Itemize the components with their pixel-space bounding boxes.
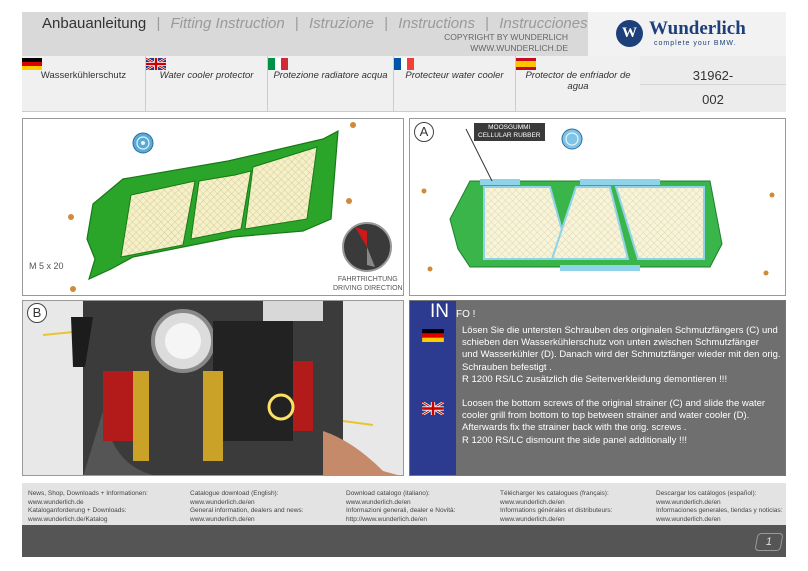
- title-it: Istruzione: [308, 15, 375, 32]
- copyright-text: COPYRIGHT BY WUNDERLICH: [444, 32, 568, 42]
- lang-cell-de: Wasserkühlerschutz: [22, 56, 146, 112]
- lang-cell-it: Protezione radiatore acqua: [268, 56, 394, 112]
- french-flag-icon: [394, 58, 414, 70]
- info-heading-suffix: FO !: [456, 309, 476, 320]
- footer-bar: [22, 525, 786, 557]
- step-marker-b: B: [27, 303, 47, 323]
- german-flag-icon: [422, 329, 444, 342]
- product-name-it: Protezione radiatore acqua: [273, 70, 388, 81]
- lang-cell-en: Water cooler protector: [146, 56, 268, 112]
- info-heading: IN: [430, 301, 449, 322]
- lang-cell-es: Protector de enfriador de agua: [516, 56, 640, 112]
- rubber-roll-icon: [561, 128, 583, 150]
- german-flag-icon: [22, 58, 42, 70]
- title-fr: Instructions: [398, 15, 475, 32]
- screw-size-label: M 5 x 20: [29, 261, 64, 271]
- product-name-fr: Protecteur water cooler: [405, 70, 504, 81]
- motorcycle-photo: [23, 301, 403, 475]
- info-stripe: [410, 301, 456, 475]
- brand-logo: W Wunderlich complete your BMW.: [588, 12, 786, 56]
- cellular-rubber-roll-icon: [132, 132, 154, 154]
- lang-cell-fr: Protecteur water cooler: [394, 56, 516, 112]
- footer-col-fr: Télécharger les catalogues (français): w…: [500, 490, 613, 523]
- product-name-es: Protector de enfriador de agua: [525, 70, 631, 92]
- brand-tagline: complete your BMW.: [654, 40, 737, 47]
- spanish-flag-icon: [516, 58, 536, 70]
- rubber-application-panel: A MOOSGUMMI CELLULAR RUBBER: [409, 118, 786, 296]
- page-number: 1: [754, 533, 784, 551]
- title-en: Fitting Instruction: [170, 15, 285, 32]
- uk-flag-icon: [146, 58, 166, 70]
- product-name-de: Wasserkühlerschutz: [40, 70, 127, 81]
- driving-direction-dial-icon: [342, 222, 392, 272]
- cellular-rubber-label: MOOSGUMMI CELLULAR RUBBER: [474, 123, 545, 141]
- footer-col-de: News, Shop, Downloads + Informationen: w…: [28, 490, 148, 523]
- product-name-en: Water cooler protector: [159, 70, 254, 81]
- italian-flag-icon: [268, 58, 288, 70]
- article-number-line2: 002: [702, 92, 724, 107]
- footer-col-es: Descargar los catálogos (español): www.w…: [656, 490, 783, 523]
- website-text: WWW.WUNDERLICH.DE: [470, 43, 568, 53]
- wunderlich-logo-icon: W: [616, 20, 643, 47]
- footer-col-en: Catalogue download (English): www.wunder…: [190, 490, 304, 523]
- copyright-block: COPYRIGHT BY WUNDERLICH WWW.WUNDERLICH.D…: [444, 32, 568, 54]
- product-name-row: Wasserkühlerschutz Water cooler protecto…: [22, 56, 640, 112]
- article-number-box: 31962- 002: [640, 56, 786, 112]
- info-panel: IN FO ! Lösen Sie die untersten Schraube…: [409, 300, 786, 476]
- article-number-line1: 31962-: [692, 68, 734, 83]
- installation-photo-panel: B: [22, 300, 404, 476]
- uk-flag-icon: [422, 402, 444, 415]
- step-marker-a: A: [414, 122, 434, 142]
- title-es: Instrucciones: [499, 15, 588, 32]
- brand-name: Wunderlich: [649, 18, 746, 39]
- instructions-de: Lösen Sie die untersten Schrauben des or…: [462, 325, 781, 385]
- rubber-guard-illustration: [421, 128, 775, 276]
- product-overview-panel: M 5 x 20 FAHRTRICHTUNG DRIVING DIRECTION: [22, 118, 404, 296]
- instructions-en: Loosen the bottom screws of the original…: [462, 398, 766, 446]
- radiator-guard-illustration: [68, 122, 392, 292]
- document-titles: Anbauanleitung | Fitting Instruction | I…: [42, 15, 588, 32]
- title-de: Anbauanleitung: [42, 15, 147, 32]
- driving-direction-label: FAHRTRICHTUNG DRIVING DIRECTION: [333, 276, 403, 292]
- footer-col-it: Download catalogo (italiano): www.wunder…: [346, 490, 456, 523]
